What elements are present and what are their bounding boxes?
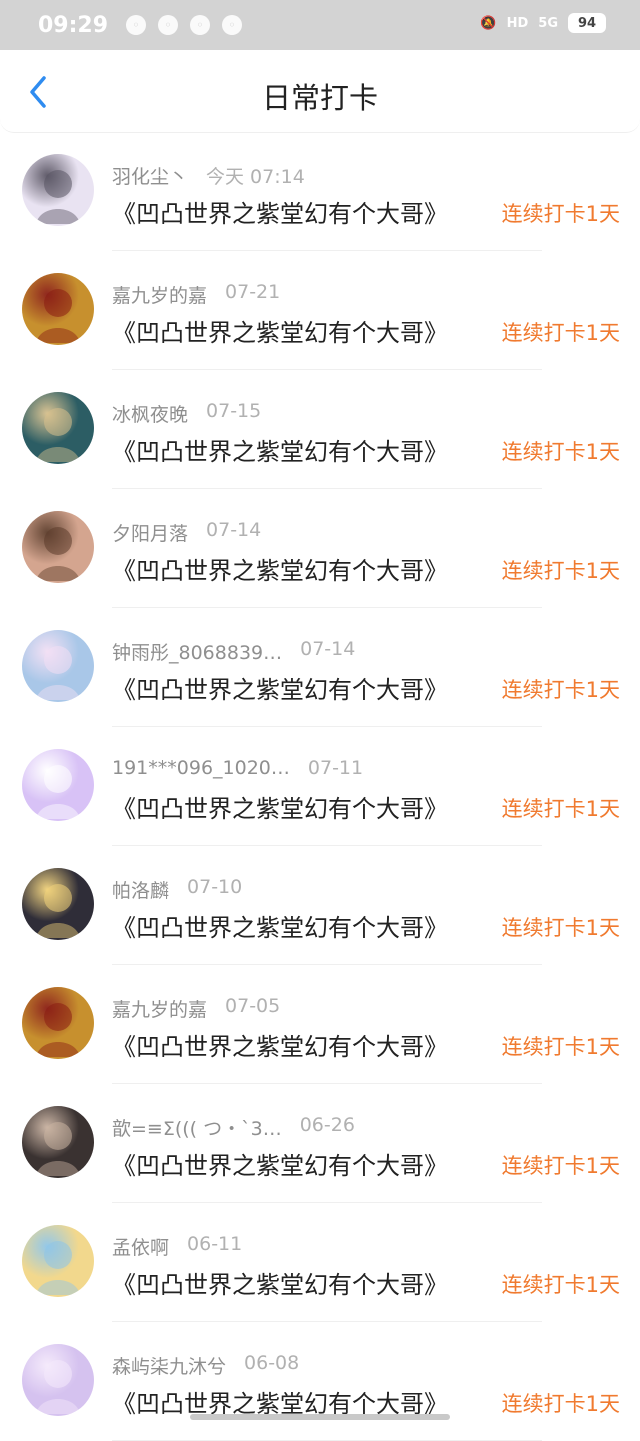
list-item[interactable]: 夕阳月落 07-14 《凹凸世界之紫堂幻有个大哥》 连续打卡1天 (0, 489, 640, 608)
checkin-streak: 连续打卡1天 (501, 559, 620, 583)
checkin-streak: 连续打卡1天 (501, 797, 620, 821)
avatar-image-icon (22, 392, 94, 464)
list-item[interactable]: 羽化尘丶 今天 07:14 《凹凸世界之紫堂幻有个大哥》 连续打卡1天 (0, 132, 640, 251)
user-name: 夕阳月落 (112, 523, 189, 545)
top-header: 日常打卡 (0, 50, 640, 133)
list-item[interactable]: 嘉九岁的嘉 07-05 《凹凸世界之紫堂幻有个大哥》 连续打卡1天 (0, 965, 640, 1084)
checkin-streak: 连续打卡1天 (501, 321, 620, 345)
list-item[interactable]: 森屿柒九沐兮 06-08 《凹凸世界之紫堂幻有个大哥》 连续打卡1天 (0, 1322, 640, 1441)
avatar[interactable] (22, 749, 94, 821)
avatar[interactable] (22, 1225, 94, 1297)
user-name: 嘉九岁的嘉 (112, 285, 208, 307)
avatar-image-icon (22, 1225, 94, 1297)
status-right: 🔕 HD 5G 94 (480, 13, 606, 33)
checkin-list: 羽化尘丶 今天 07:14 《凹凸世界之紫堂幻有个大哥》 连续打卡1天 嘉九岁的嘉 07… (0, 132, 640, 1441)
avatar-image-icon (22, 987, 94, 1059)
checkin-date: 07-21 (225, 281, 281, 303)
avatar-image-icon (22, 154, 94, 226)
avatar[interactable] (22, 511, 94, 583)
checkin-date: 06-08 (244, 1352, 300, 1374)
avatar-image-icon (22, 1344, 94, 1416)
checkin-streak: 连续打卡1天 (501, 202, 620, 226)
hd-label: HD (506, 15, 529, 31)
avatar[interactable] (22, 987, 94, 1059)
checkin-streak: 连续打卡1天 (501, 440, 620, 464)
status-left-icons: ◦ ◦ ◦ ◦ (126, 15, 243, 35)
list-item[interactable]: 歆=≡Σ((( つ・`3… 06-26 《凹凸世界之紫堂幻有个大哥》 连续打卡1天 (0, 1084, 640, 1203)
checkin-streak: 连续打卡1天 (501, 678, 620, 702)
checkin-streak: 连续打卡1天 (501, 1035, 620, 1059)
checkin-date: 06-11 (187, 1233, 243, 1255)
cloud-icon: ◦ (222, 15, 243, 35)
user-name: 歆=≡Σ((( つ・`3… (112, 1118, 282, 1140)
avatar-image-icon (22, 868, 94, 940)
checkin-streak: 连续打卡1天 (501, 1273, 620, 1297)
avatar-image-icon (22, 1106, 94, 1178)
page-title: 日常打卡 (261, 81, 378, 115)
status-bar: 09:29 ◦ ◦ ◦ ◦ 🔕 HD 5G 94 (0, 0, 640, 50)
avatar[interactable] (22, 1344, 94, 1416)
user-name: 嘉九岁的嘉 (112, 999, 208, 1021)
book-title[interactable]: 《凹凸世界之紫堂幻有个大哥》 (112, 1265, 448, 1300)
user-name: 钟雨彤_8068839… (112, 642, 283, 664)
wechat-icon: ◦ (126, 15, 147, 35)
avatar[interactable] (22, 392, 94, 464)
avatar-image-icon (22, 273, 94, 345)
checkin-date: 07-14 (300, 638, 356, 660)
network-label: 5G (538, 15, 558, 31)
list-item[interactable]: 嘉九岁的嘉 07-21 《凹凸世界之紫堂幻有个大哥》 连续打卡1天 (0, 251, 640, 370)
book-title[interactable]: 《凹凸世界之紫堂幻有个大哥》 (112, 670, 448, 705)
checkin-date: 07-15 (206, 400, 262, 422)
avatar-image-icon (22, 749, 94, 821)
checkin-streak: 连续打卡1天 (501, 1154, 620, 1178)
user-name: 森屿柒九沐兮 (112, 1356, 227, 1378)
user-name: 孟依啊 (112, 1237, 170, 1259)
avatar[interactable] (22, 154, 94, 226)
list-item[interactable]: 孟依啊 06-11 《凹凸世界之紫堂幻有个大哥》 连续打卡1天 (0, 1203, 640, 1322)
checkin-date: 07-05 (225, 995, 281, 1017)
list-item[interactable]: 冰枫夜晚 07-15 《凹凸世界之紫堂幻有个大哥》 连续打卡1天 (0, 370, 640, 489)
avatar-image-icon (22, 630, 94, 702)
user-name: 191***096_1020… (112, 757, 290, 779)
avatar[interactable] (22, 1106, 94, 1178)
user-name: 帕洛麟 (112, 880, 170, 902)
book-title[interactable]: 《凹凸世界之紫堂幻有个大哥》 (112, 1027, 448, 1062)
book-title[interactable]: 《凹凸世界之紫堂幻有个大哥》 (112, 908, 448, 943)
qq-icon: ◦ (158, 15, 179, 35)
checkin-date: 07-14 (206, 519, 262, 541)
status-time: 09:29 (38, 12, 109, 38)
avatar[interactable] (22, 868, 94, 940)
avatar[interactable] (22, 273, 94, 345)
user-name: 羽化尘丶 (112, 166, 189, 188)
home-indicator (190, 1414, 450, 1420)
list-item[interactable]: 钟雨彤_8068839… 07-14 《凹凸世界之紫堂幻有个大哥》 连续打卡1天 (0, 608, 640, 727)
book-title[interactable]: 《凹凸世界之紫堂幻有个大哥》 (112, 432, 448, 467)
user-name: 冰枫夜晚 (112, 404, 189, 426)
list-item[interactable]: 191***096_1020… 07-11 《凹凸世界之紫堂幻有个大哥》 连续打卡1天 (0, 727, 640, 846)
book-title[interactable]: 《凹凸世界之紫堂幻有个大哥》 (112, 789, 448, 824)
book-title[interactable]: 《凹凸世界之紫堂幻有个大哥》 (112, 194, 448, 229)
list-item[interactable]: 帕洛麟 07-10 《凹凸世界之紫堂幻有个大哥》 连续打卡1天 (0, 846, 640, 965)
mute-icon: 🔕 (480, 15, 497, 31)
clock-icon: ◦ (190, 15, 211, 35)
checkin-streak: 连续打卡1天 (501, 916, 620, 940)
book-title[interactable]: 《凹凸世界之紫堂幻有个大哥》 (112, 1146, 448, 1181)
avatar-image-icon (22, 511, 94, 583)
checkin-date: 今天 07:14 (206, 166, 305, 188)
avatar[interactable] (22, 630, 94, 702)
checkin-streak: 连续打卡1天 (501, 1392, 620, 1416)
battery-level: 94 (568, 13, 606, 33)
checkin-date: 07-10 (187, 876, 243, 898)
checkin-date: 06-26 (299, 1114, 355, 1136)
checkin-date: 07-11 (307, 757, 364, 779)
book-title[interactable]: 《凹凸世界之紫堂幻有个大哥》 (112, 551, 448, 586)
book-title[interactable]: 《凹凸世界之紫堂幻有个大哥》 (112, 313, 448, 348)
